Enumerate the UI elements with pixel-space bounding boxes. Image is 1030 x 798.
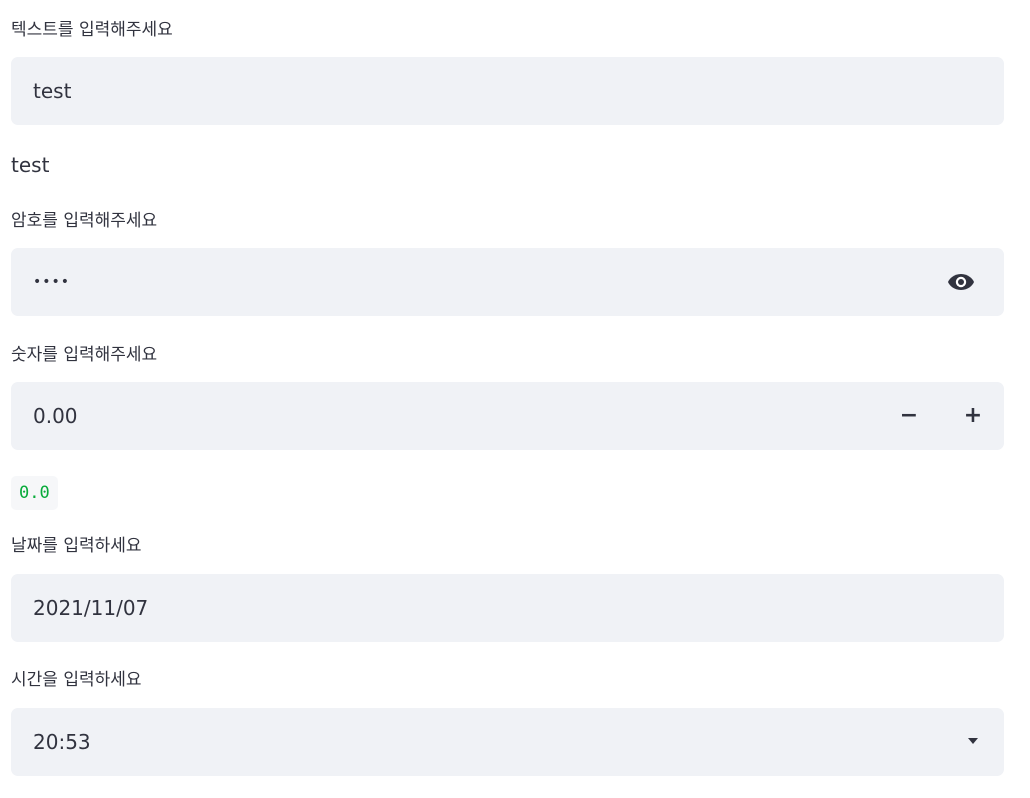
time-select-value: 20:53 — [33, 730, 91, 754]
time-input-label: 시간을 입력하세요 — [11, 670, 142, 690]
password-masked-value: •••• — [33, 274, 71, 290]
time-select[interactable]: 20:53 — [11, 708, 1004, 776]
number-output-code: 0.0 — [11, 476, 58, 510]
text-input-label: 텍스트를 입력해주세요 — [11, 20, 173, 40]
date-input-field[interactable]: 2021/11/07 — [11, 574, 1004, 642]
decrement-button[interactable]: − — [878, 382, 940, 450]
eye-icon[interactable] — [946, 270, 976, 294]
text-output: test — [11, 153, 50, 177]
number-input-value: 0.00 — [33, 404, 78, 428]
increment-button[interactable]: + — [942, 382, 1004, 450]
text-input-field[interactable]: test — [11, 57, 1004, 125]
date-input-label: 날짜를 입력하세요 — [11, 536, 142, 556]
date-input-value: 2021/11/07 — [33, 596, 149, 620]
text-input-value: test — [33, 79, 72, 103]
caret-down-icon[interactable] — [968, 738, 978, 744]
password-input-label: 암호를 입력해주세요 — [11, 211, 158, 231]
password-input-field[interactable]: •••• — [11, 248, 1004, 316]
number-input-label: 숫자를 입력해주세요 — [11, 345, 158, 365]
number-input-field[interactable]: 0.00 − + — [11, 382, 1004, 450]
